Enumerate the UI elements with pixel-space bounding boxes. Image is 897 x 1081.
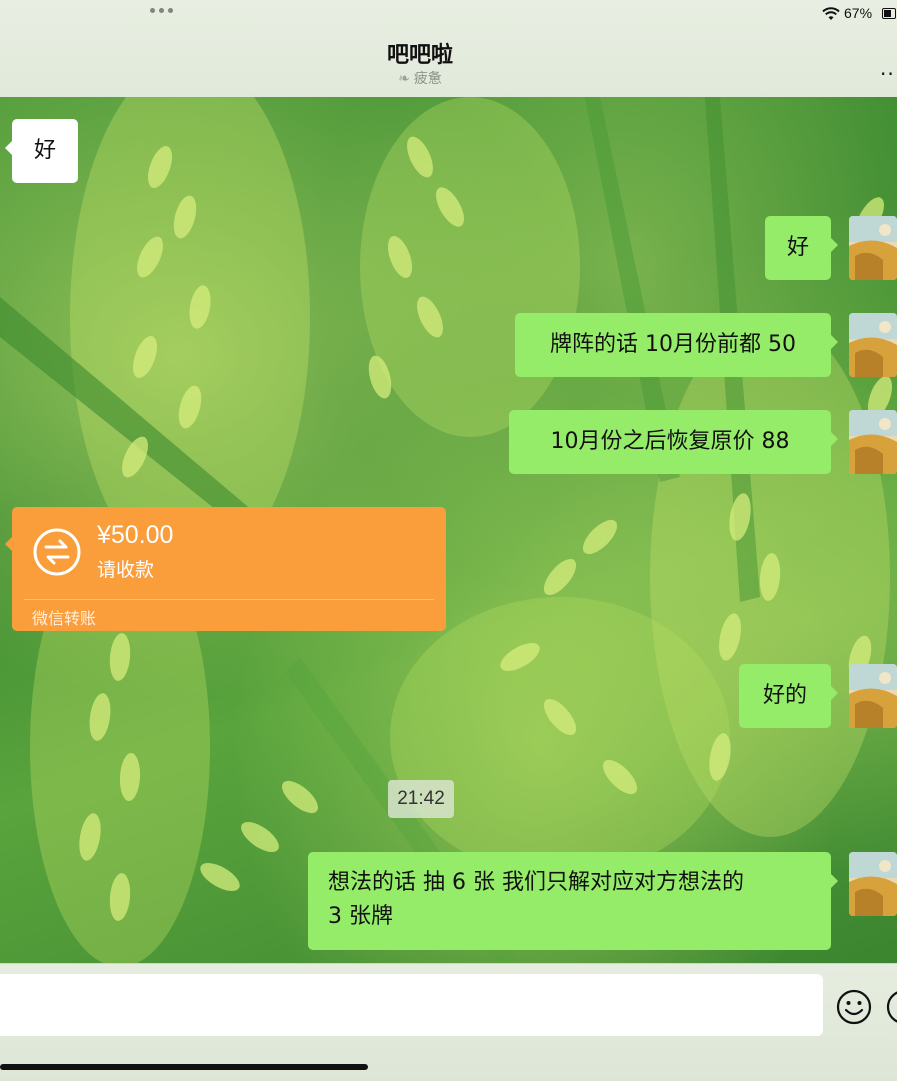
contact-status: ❧ 疲惫 [0, 68, 840, 88]
message-timestamp: 21:42 [388, 780, 454, 818]
wechat-transfer-card[interactable]: ¥50.00 请收款 微信转账 [5, 507, 446, 631]
chat-title: 吧吧啦 [386, 43, 453, 68]
avatar-image [849, 410, 897, 474]
message-text: 好 [786, 235, 809, 260]
message-text: 好的 [762, 683, 807, 708]
avatar-image [849, 313, 897, 377]
message-text: 好 [33, 138, 56, 163]
home-indicator [0, 1064, 368, 1070]
message-text-line: 3 张牌 [328, 904, 393, 929]
top-bar: 67% 吧吧啦 ❧ 疲惫 .. [0, 0, 897, 98]
message-input[interactable] [0, 974, 823, 1036]
smiley-icon[interactable] [836, 989, 872, 1025]
message-text: 10月份之后恢复原价 88 [550, 429, 790, 454]
message-bubble-outgoing[interactable]: 好 [765, 216, 838, 280]
chat-message-area[interactable]: 好 好 牌阵的话 10月份前都 50 10月份之后恢复原价 88 ¥50.00 … [0, 97, 897, 963]
battery-icon [882, 8, 896, 19]
avatar-image [849, 664, 897, 728]
message-bubble-outgoing[interactable]: 10月份之后恢复原价 88 [509, 410, 838, 474]
message-text-line: 想法的话 抽 6 张 我们只解对应对方想法的 [328, 870, 744, 895]
message-bubble-outgoing[interactable]: 想法的话 抽 6 张 我们只解对应对方想法的 3 张牌 [308, 852, 838, 950]
my-avatar[interactable] [849, 216, 897, 280]
transfer-exchange-icon [33, 528, 81, 576]
leaf-status-icon: ❧ [398, 71, 410, 87]
my-avatar[interactable] [849, 313, 897, 377]
my-avatar[interactable] [849, 664, 897, 728]
message-bubble-outgoing[interactable]: 牌阵的话 10月份前都 50 [515, 313, 838, 377]
transfer-divider [24, 599, 434, 600]
avatar-image [849, 852, 897, 916]
input-bar [0, 963, 897, 1081]
message-text: 牌阵的话 10月份前都 50 [550, 332, 796, 357]
wifi-icon [822, 7, 840, 20]
my-avatar[interactable] [849, 852, 897, 916]
multitask-dots-icon[interactable] [150, 8, 173, 13]
transfer-footer-label: 微信转账 [32, 609, 97, 628]
plus-circle-icon[interactable] [886, 989, 897, 1025]
avatar-image [849, 216, 897, 280]
more-options-button[interactable]: .. [880, 56, 895, 80]
transfer-status: 请收款 [97, 559, 155, 581]
message-bubble-incoming[interactable]: 好 [5, 119, 78, 183]
battery-percentage: 67% [844, 5, 873, 21]
my-avatar[interactable] [849, 410, 897, 474]
transfer-amount: ¥50.00 [97, 521, 174, 549]
contact-status-text: 疲惫 [413, 71, 442, 87]
message-bubble-outgoing[interactable]: 好的 [739, 664, 838, 728]
